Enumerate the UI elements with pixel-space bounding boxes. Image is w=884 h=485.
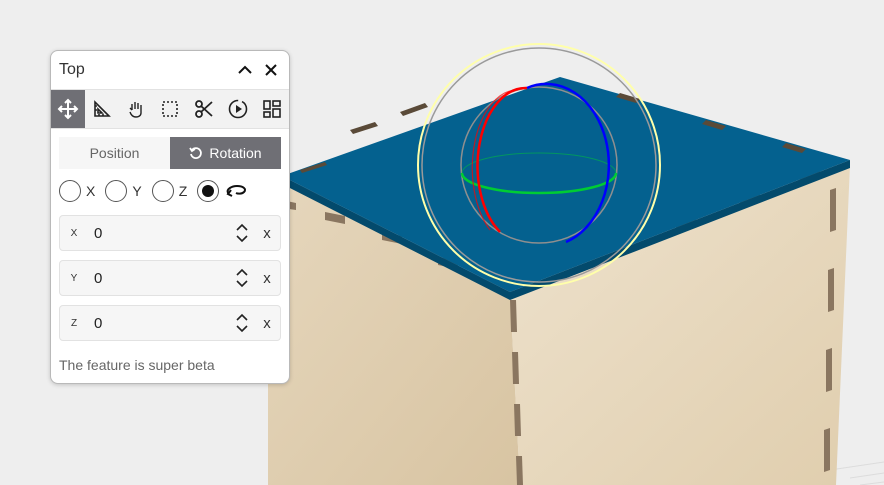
rotation-x-input[interactable] [88,224,230,242]
panel-title: Top [59,61,85,78]
axis-selector: X Y Z [59,177,289,205]
chevron-up-icon[interactable] [236,313,248,321]
radio-free[interactable] [197,180,248,202]
ruler-triangle-icon[interactable] [85,90,119,128]
rotation-y-stepper[interactable] [230,263,254,293]
rotation-z-clear-button[interactable]: x [254,315,280,332]
tab-rotation[interactable]: Rotation [170,137,281,169]
radio-z-circle[interactable] [151,180,174,202]
rotation-x-label: X [70,227,78,239]
radio-free-circle[interactable] [197,180,220,202]
tab-position[interactable]: Position [59,137,170,169]
rotation-z-input[interactable] [88,314,230,332]
chevron-down-icon[interactable] [236,280,248,288]
beta-note: The feature is super beta [59,357,215,373]
panel-header: Top [51,51,289,89]
rotation-x-stepper[interactable] [230,218,254,248]
radio-y-circle[interactable] [105,180,128,202]
rotation-x-field: X x [59,215,281,251]
rotation-y-clear-button[interactable]: x [254,270,280,287]
chevron-down-icon[interactable] [236,235,248,243]
grid-layout-icon[interactable] [255,90,289,128]
rotation-x-clear-button[interactable]: x [254,225,280,242]
tab-rotation-label: Rotation [209,145,262,161]
chevron-up-icon[interactable] [236,268,248,276]
radio-x-label: X [86,183,96,199]
rotation-y-input[interactable] [88,269,230,287]
rotation-z-label: Z [70,317,78,329]
transform-panel: Top Position Rotation X Y Z X 0 x Y 0 x … [50,50,290,384]
rotation-z-stepper[interactable] [230,308,254,338]
move-arrows-icon[interactable] [51,90,85,128]
hand-icon[interactable] [119,90,153,128]
radio-y[interactable]: Y [105,180,142,202]
tab-position-label: Position [89,145,140,161]
play-circle-icon[interactable] [221,90,255,128]
rotation-y-label: Y [70,272,78,284]
chevron-down-icon[interactable] [236,325,248,333]
dashed-select-icon[interactable] [153,90,187,128]
mode-tabs: Position Rotation [59,137,281,169]
close-icon[interactable] [261,60,281,80]
radio-z-label: Z [178,183,188,199]
radio-z[interactable]: Z [151,180,188,202]
tool-bar [51,89,289,129]
radio-x[interactable]: X [59,180,95,202]
chevron-up-icon[interactable] [236,223,248,231]
radio-x-circle[interactable] [59,180,81,202]
radio-free-dot [202,185,215,197]
rotation-z-field: Z x [59,305,281,341]
scissors-icon[interactable] [187,90,221,128]
rotation-y-field: Y x [59,260,281,296]
chevron-up-icon[interactable] [235,60,255,80]
free-rotate-icon [226,184,247,197]
rotate-icon [189,147,203,159]
radio-y-label: Y [132,183,142,199]
